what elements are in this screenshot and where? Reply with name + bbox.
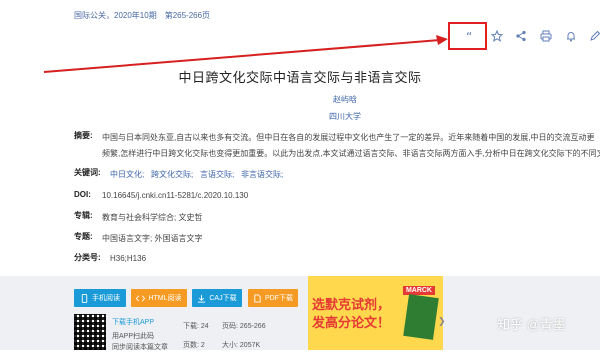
doi-label: DOI:	[74, 190, 91, 199]
keyword-link[interactable]: 中日文化;	[110, 169, 144, 180]
doi-row: DOI:	[74, 188, 91, 202]
pages-stat: 页码: 265-266	[222, 323, 266, 330]
article-title: 中日跨文化交际中语言交际与非语言交际	[178, 70, 422, 85]
author-link[interactable]: 赵屿晗	[0, 94, 600, 105]
class-row: 分类号:	[74, 251, 101, 265]
qr-code	[74, 314, 106, 350]
ad-subheadline: 发高分论文！	[312, 315, 391, 330]
size-stat: 大小: 2057K	[222, 342, 261, 349]
ad-headline: 选默克试剂，	[312, 297, 391, 312]
app-scan-text: 用APP扫此码	[112, 333, 155, 340]
html-read-button[interactable]: HTML阅读	[131, 289, 187, 307]
abstract-text-line1: 中国与日本同处东亚,自古以来也多有交流。但中日在各自的发展过程中文化也产生了一定…	[102, 133, 595, 142]
ad-product-image	[403, 294, 439, 340]
abstract-label: 摘要:	[74, 131, 93, 140]
page-count-stat: 页数: 2	[183, 342, 205, 349]
ad-brand-logo: MARCK	[402, 286, 435, 295]
series-label: 专辑:	[74, 211, 93, 220]
keyword-link[interactable]: 言语交际;	[200, 169, 234, 180]
keyword-link[interactable]: 跨文化交际;	[151, 169, 193, 180]
pdf-icon	[254, 293, 261, 303]
doi-value: 10.16645/j.cnki.cn11-5281/c.2020.10.130	[102, 191, 249, 200]
watermark: 知乎 @青墨	[497, 317, 566, 332]
pdf-download-button[interactable]: PDF下载	[248, 289, 298, 307]
series-value: 教育与社会科学综合; 文史哲	[102, 213, 203, 222]
advertisement-banner[interactable]: MARCK 选默克试剂， 发高分论文！	[308, 276, 443, 350]
keyword-link[interactable]: 非言语交际;	[241, 169, 283, 180]
keywords-label: 关键词:	[74, 168, 101, 177]
abstract-text-line2: 频繁,怎样进行中日跨文化交际也变得更加重要。以此为出发点,本文试通过语言交际、非…	[102, 149, 600, 158]
app-download-link[interactable]: 下载手机APP	[112, 317, 154, 327]
mobile-read-button[interactable]: 手机阅读	[74, 289, 126, 307]
class-label: 分类号:	[74, 253, 101, 262]
ad-next-arrow-icon[interactable]: ❯	[438, 316, 446, 327]
institution-link[interactable]: 四川大学	[0, 111, 600, 122]
phone-icon	[81, 293, 88, 303]
code-icon	[136, 295, 146, 301]
topic-row: 专题:	[74, 230, 93, 244]
download-icon	[198, 294, 206, 303]
downloads-stat: 下载: 24	[183, 323, 209, 330]
topic-value: 中国语言文字; 外国语言文字	[102, 234, 203, 243]
app-sync-text: 同步阅读本篇文章	[112, 344, 168, 351]
series-row: 专辑:	[74, 209, 93, 223]
class-value: H36;H136	[110, 254, 147, 263]
caj-download-button[interactable]: CAJ下载	[192, 289, 242, 307]
topic-label: 专题:	[74, 232, 93, 241]
keywords-row: 关键词:	[74, 166, 101, 180]
